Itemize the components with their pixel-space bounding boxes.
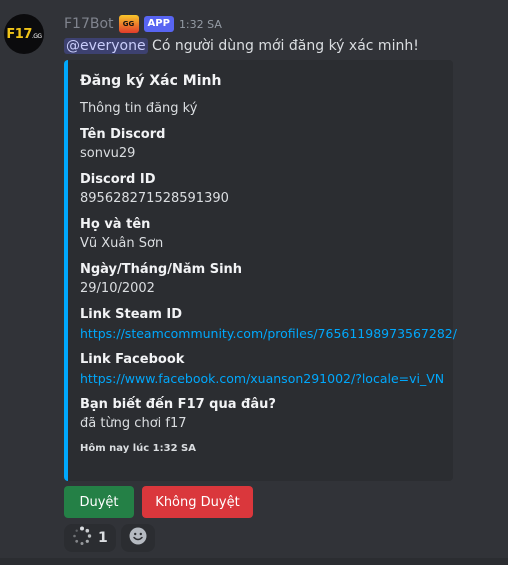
field-referral: Bạn biết đến F17 qua đâu? đã từng chơi f…: [80, 396, 439, 434]
field-name: Ngày/Tháng/Năm Sinh: [80, 262, 243, 277]
facebook-profile-link[interactable]: https://www.facebook.com/xuanson291002/?…: [80, 369, 444, 389]
approve-button[interactable]: Duyệt: [64, 486, 134, 518]
field-value: sonvu29: [80, 146, 136, 161]
add-reaction-button[interactable]: [120, 524, 155, 552]
reject-button[interactable]: Không Duyệt: [142, 486, 253, 518]
avatar[interactable]: F17.GG: [4, 14, 44, 54]
field-value: 895628271528591390: [80, 191, 229, 206]
loading-spinner-icon: [72, 526, 92, 550]
message-text: Có người dùng mới đăng ký xác minh!: [147, 38, 419, 54]
embed-footer-timestamp: Hôm nay lúc 1:32 SA: [80, 443, 196, 454]
field-discord-name: Tên Discord sonvu29: [80, 126, 439, 164]
field-value: Vũ Xuân Sơn: [80, 236, 164, 251]
reaction-loading[interactable]: 1: [64, 524, 116, 552]
add-reaction-smile-icon: [129, 527, 147, 549]
field-value: 29/10/2002: [80, 281, 155, 296]
embed-description: Thông tin đăng ký: [80, 101, 198, 116]
field-name: Tên Discord: [80, 127, 166, 142]
steam-profile-link[interactable]: https://steamcommunity.com/profiles/7656…: [80, 324, 457, 344]
message-header: F17Bot GG APP 1:32 SA: [64, 15, 222, 33]
field-birthdate: Ngày/Tháng/Năm Sinh 29/10/2002: [80, 261, 439, 299]
timestamp: 1:32 SA: [178, 17, 222, 31]
field-value: đã từng chơi f17: [80, 416, 187, 431]
everyone-mention[interactable]: @everyone: [64, 38, 148, 54]
bot-message: F17.GG F17Bot GG APP 1:32 SA @everyone C…: [0, 0, 508, 565]
field-steam-link: Link Steam ID https://steamcommunity.com…: [80, 306, 457, 344]
action-buttons: Duyệt Không Duyệt: [64, 486, 253, 518]
field-name: Link Steam ID: [80, 307, 183, 322]
field-name: Họ và tên: [80, 217, 151, 232]
field-full-name: Họ và tên Vũ Xuân Sơn: [80, 216, 439, 254]
app-tag: APP: [143, 16, 174, 32]
embed-title: Đăng ký Xác Minh: [80, 73, 222, 89]
chat-bottom-divider: [0, 558, 508, 565]
field-name: Bạn biết đến F17 qua đâu?: [80, 397, 276, 412]
embed: Đăng ký Xác Minh Thông tin đăng ký Tên D…: [64, 60, 457, 481]
server-badge-icon: GG: [118, 15, 139, 33]
avatar-logo: F17.GG: [6, 26, 42, 42]
field-facebook-link: Link Facebook https://www.facebook.com/x…: [80, 351, 444, 389]
username[interactable]: F17Bot: [64, 16, 114, 32]
reaction-count: 1: [98, 530, 108, 546]
message-content: @everyone Có người dùng mới đăng ký xác …: [64, 36, 419, 56]
field-name: Link Facebook: [80, 352, 185, 367]
field-discord-id: Discord ID 895628271528591390: [80, 171, 439, 209]
field-name: Discord ID: [80, 172, 156, 187]
reactions: 1: [64, 524, 155, 552]
